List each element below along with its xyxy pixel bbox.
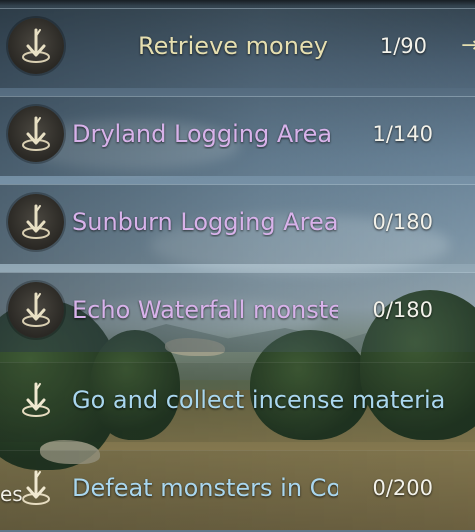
quest-title: Sunburn Logging Area (72, 208, 338, 236)
quest-row-dryland-logging[interactable]: Dryland Logging Area 1/140 (0, 90, 475, 178)
quest-progress: 0/200 (372, 476, 433, 500)
quest-arrow-icon (8, 18, 64, 74)
quest-progress: 0/180 (372, 210, 433, 234)
arrow-marker-icon: → (461, 33, 475, 58)
quest-arrow-icon-svg (22, 204, 50, 239)
quest-title: Dryland Logging Area (72, 120, 333, 148)
quest-title: Defeat monsters in Co (72, 474, 338, 502)
quest-arrow-icon-svg (22, 28, 50, 63)
quest-arrow-icon (8, 106, 64, 162)
quest-arrow-icon (8, 282, 64, 338)
offscreen-label-fragment: es (0, 482, 23, 506)
quest-row-sunburn-logging[interactable]: Sunburn Logging Area 0/180 (0, 178, 475, 266)
quest-arrow-icon-svg (22, 382, 50, 417)
quest-title: Retrieve money (138, 32, 328, 60)
quest-arrow-icon (8, 194, 64, 250)
quest-tracker: Retrieve money 1/90 → Dryland Logging Ar… (0, 0, 475, 530)
quest-arrow-icon-svg (22, 116, 50, 151)
quest-progress: 1/90 (379, 34, 427, 58)
quest-title: Echo Waterfall monsters (72, 296, 338, 324)
quest-arrow-icon (8, 372, 64, 428)
quest-row-echo-waterfall[interactable]: Echo Waterfall monsters 0/180 (0, 266, 475, 354)
quest-row-defeat-monsters[interactable]: Defeat monsters in Co 0/200 (0, 444, 475, 532)
quest-progress: 0/180 (372, 298, 433, 322)
quest-row-retrieve-money[interactable]: Retrieve money 1/90 → (0, 2, 475, 90)
quest-title: Go and collect incense materia (72, 386, 446, 414)
quest-arrow-icon-svg (22, 292, 50, 327)
quest-progress: 1/140 (372, 122, 433, 146)
quest-row-collect-incense[interactable]: Go and collect incense materia (0, 356, 475, 444)
